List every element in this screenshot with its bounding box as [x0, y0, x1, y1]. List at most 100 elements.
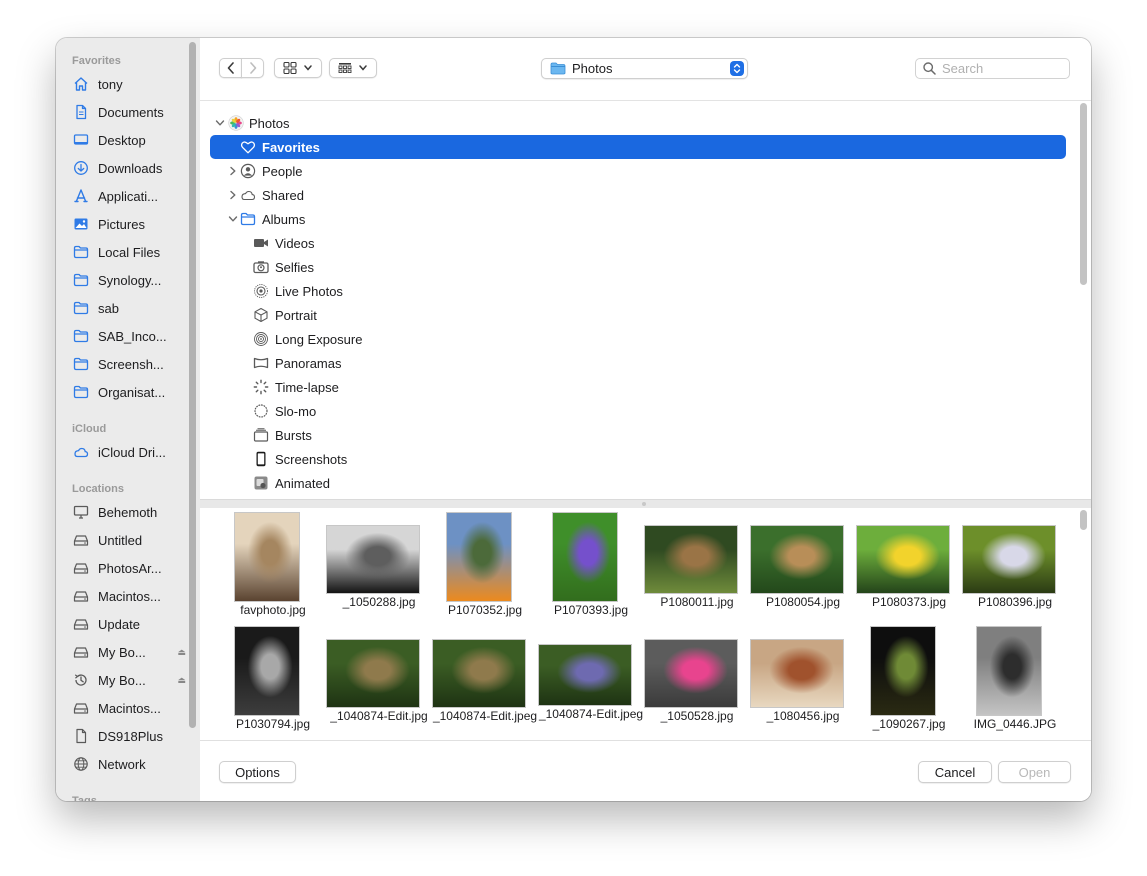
photo-item[interactable]: P1080396.jpg [962, 508, 1068, 620]
sidebar-item[interactable]: iCloud Dri... [72, 440, 186, 464]
cancel-button[interactable]: Cancel [918, 761, 992, 783]
search-field[interactable] [915, 58, 1070, 79]
photo-thumbnail[interactable] [751, 640, 843, 707]
sidebar-item[interactable]: tony [72, 72, 186, 96]
sidebar-item[interactable]: Untitled [72, 528, 186, 552]
tree-row[interactable]: Live Photos [210, 279, 1066, 303]
photo-item[interactable]: _1040874-Edit.jpeg [432, 622, 538, 734]
tree-row[interactable]: Screenshots [210, 447, 1066, 471]
disclosure-closed-icon[interactable] [227, 165, 239, 177]
tree-row[interactable]: Photos [210, 111, 1066, 135]
drive-icon [72, 700, 90, 716]
photo-item[interactable]: P1080011.jpg [644, 508, 750, 620]
photo-item[interactable]: _1040874-Edit.jpeg [538, 622, 644, 734]
divider-handle[interactable] [642, 502, 646, 506]
tree-row[interactable]: People [210, 159, 1066, 183]
sidebar-item[interactable]: Synology... [72, 268, 186, 292]
photo-item[interactable]: P1080373.jpg [856, 508, 962, 620]
disclosure-open-icon[interactable] [214, 117, 226, 129]
photo-thumbnail[interactable] [977, 627, 1041, 715]
sidebar-item[interactable]: Macintos... [72, 696, 186, 720]
tree-row[interactable]: Panoramas [210, 351, 1066, 375]
tree-row[interactable]: Slo-mo [210, 399, 1066, 423]
group-button[interactable] [329, 58, 377, 78]
sidebar-item[interactable]: My Bo... ⏏ [72, 640, 186, 664]
grid-scrollbar[interactable] [1078, 510, 1089, 738]
photo-thumbnail[interactable] [871, 627, 935, 715]
tree-row[interactable]: Albums [210, 207, 1066, 231]
photo-thumbnail[interactable] [235, 513, 299, 601]
tree-row[interactable]: Shared [210, 183, 1066, 207]
search-input[interactable] [942, 61, 1062, 76]
photo-filename: _1040874-Edit.jpeg [432, 709, 538, 723]
photo-item[interactable]: _1090267.jpg [856, 622, 962, 734]
photo-thumbnail[interactable] [327, 526, 419, 593]
disclosure-open-icon[interactable] [227, 213, 239, 225]
tree-row[interactable]: Portrait [210, 303, 1066, 327]
sidebar-item[interactable]: DS918Plus [72, 724, 186, 748]
forward-button[interactable] [241, 58, 264, 78]
sidebar-item[interactable]: Local Files [72, 240, 186, 264]
sidebar-item[interactable]: Organisat... [72, 380, 186, 404]
tree-scrollbar-thumb[interactable] [1080, 103, 1087, 285]
sidebar-item[interactable]: My Bo... ⏏ [72, 668, 186, 692]
tree-row[interactable]: Videos [210, 231, 1066, 255]
sidebar-item[interactable]: Behemoth [72, 500, 186, 524]
photo-item[interactable]: P1070393.jpg [538, 508, 644, 620]
photo-thumbnail[interactable] [645, 526, 737, 593]
eject-icon[interactable]: ⏏ [177, 647, 186, 658]
sidebar-item[interactable]: Network [72, 752, 186, 776]
grid-scrollbar-thumb[interactable] [1080, 510, 1087, 530]
photo-item[interactable]: P1030794.jpg [220, 622, 326, 734]
photo-item[interactable]: _1050528.jpg [644, 622, 750, 734]
tree-row-label: Long Exposure [275, 331, 363, 347]
open-button[interactable]: Open [998, 761, 1071, 783]
photo-item[interactable]: P1080054.jpg [750, 508, 856, 620]
sidebar-scrollbar[interactable] [189, 42, 196, 728]
sidebar-item[interactable]: PhotosAr... [72, 556, 186, 580]
photo-item[interactable]: _1080456.jpg [750, 622, 856, 734]
photo-thumbnail[interactable] [433, 640, 525, 707]
photo-thumbnail[interactable] [327, 640, 419, 707]
sidebar-item[interactable]: SAB_Inco... [72, 324, 186, 348]
sidebar-item[interactable]: sab [72, 296, 186, 320]
photo-thumbnail[interactable] [235, 627, 299, 715]
sidebar-item[interactable]: Update [72, 612, 186, 636]
tree-row[interactable]: Selfies [210, 255, 1066, 279]
sidebar-item[interactable]: Desktop [72, 128, 186, 152]
tree-row[interactable]: Animated [210, 471, 1066, 495]
tree-row[interactable]: Time-lapse [210, 375, 1066, 399]
photo-item[interactable]: _1040874-Edit.jpg [326, 622, 432, 734]
disclosure-closed-icon[interactable] [227, 189, 239, 201]
photo-thumbnail[interactable] [553, 513, 617, 601]
sidebar-item-label: Downloads [98, 160, 163, 176]
tree-row[interactable]: Bursts [210, 423, 1066, 447]
sidebar-item[interactable]: Macintos... [72, 584, 186, 608]
video-icon [253, 235, 269, 251]
tree-row-label: Live Photos [275, 283, 343, 299]
photo-item[interactable]: _1050288.jpg [326, 508, 432, 620]
tree-row[interactable]: Favorites [210, 135, 1066, 159]
photo-thumbnail[interactable] [751, 526, 843, 593]
options-button[interactable]: Options [219, 761, 296, 783]
photo-item[interactable]: IMG_0446.JPG [962, 622, 1068, 734]
sidebar-item[interactable]: Applicati... [72, 184, 186, 208]
sidebar-item[interactable]: Downloads [72, 156, 186, 180]
photo-thumbnail[interactable] [447, 513, 511, 601]
photo-item[interactable]: favphoto.jpg [220, 508, 326, 620]
tree-scrollbar[interactable] [1078, 103, 1089, 497]
view-mode-button[interactable] [274, 58, 322, 78]
photo-thumbnail[interactable] [645, 640, 737, 707]
sidebar-item[interactable]: Screensh... [72, 352, 186, 376]
tree-row-label: Panoramas [275, 355, 342, 371]
tree-row[interactable]: Long Exposure [210, 327, 1066, 351]
back-button[interactable] [219, 58, 242, 78]
sidebar-item[interactable]: Documents [72, 100, 186, 124]
photo-thumbnail[interactable] [857, 526, 949, 593]
location-popup[interactable]: Photos [541, 58, 748, 79]
photo-item[interactable]: P1070352.jpg [432, 508, 538, 620]
photo-thumbnail[interactable] [963, 526, 1055, 593]
sidebar-item[interactable]: Pictures [72, 212, 186, 236]
eject-icon[interactable]: ⏏ [177, 675, 186, 686]
photo-thumbnail[interactable] [539, 645, 631, 705]
